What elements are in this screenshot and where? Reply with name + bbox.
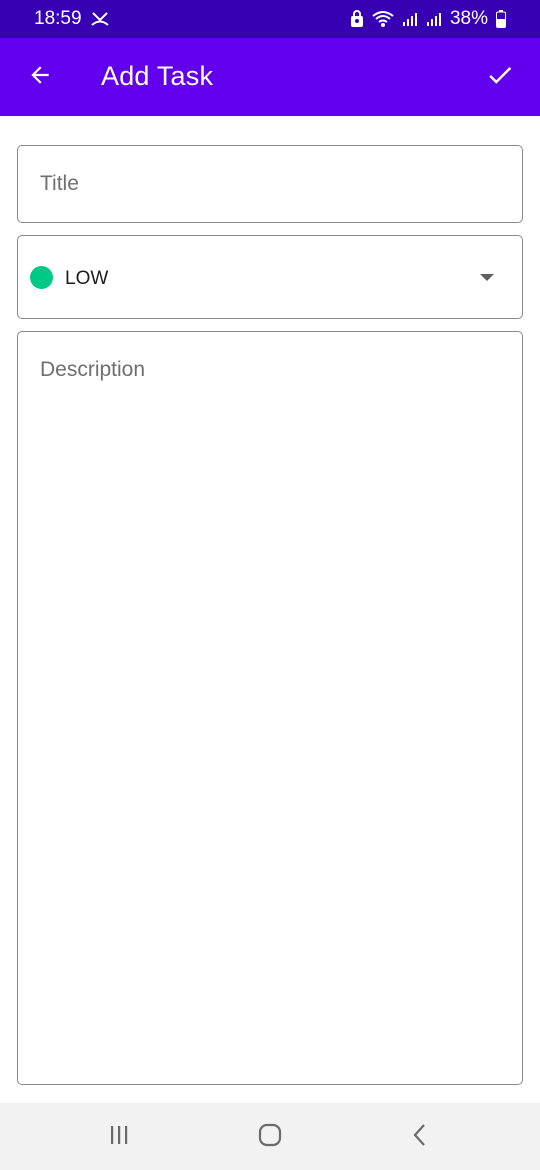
home-icon — [257, 1122, 283, 1153]
status-left: 18:59 — [34, 8, 110, 30]
home-button[interactable] — [248, 1115, 292, 1159]
recents-button[interactable] — [97, 1115, 141, 1159]
recents-icon — [106, 1122, 132, 1153]
page-title: Add Task — [101, 61, 214, 91]
description-field — [17, 331, 523, 1085]
status-bar: 18:59 38% — [0, 0, 540, 38]
arrow-back-icon — [27, 62, 53, 93]
confirm-button[interactable] — [480, 57, 520, 97]
navigation-bar — [0, 1103, 540, 1170]
description-input[interactable] — [18, 332, 522, 1084]
system-back-button[interactable] — [399, 1115, 443, 1159]
title-input[interactable] — [18, 146, 522, 222]
battery-icon — [496, 10, 506, 28]
title-field — [17, 145, 523, 223]
back-icon — [408, 1122, 434, 1153]
priority-dot — [30, 266, 53, 289]
wifi-icon — [372, 10, 394, 28]
battery-percent: 38% — [449, 8, 488, 29]
status-right: 38% — [350, 8, 506, 30]
screen: 18:59 38% Add Task Title LOW Description — [0, 0, 540, 1170]
signal-icon — [426, 11, 442, 27]
priority-label: LOW — [65, 268, 109, 289]
status-time: 18:59 — [34, 8, 82, 29]
check-icon — [485, 60, 515, 95]
app-bar: Add Task — [0, 38, 540, 116]
priority-dropdown[interactable]: LOW — [17, 235, 523, 319]
call-missed-icon — [90, 11, 110, 27]
back-button[interactable] — [20, 57, 60, 97]
dropdown-arrow-icon — [480, 274, 494, 281]
lock-icon — [350, 10, 364, 28]
signal-icon — [402, 11, 418, 27]
